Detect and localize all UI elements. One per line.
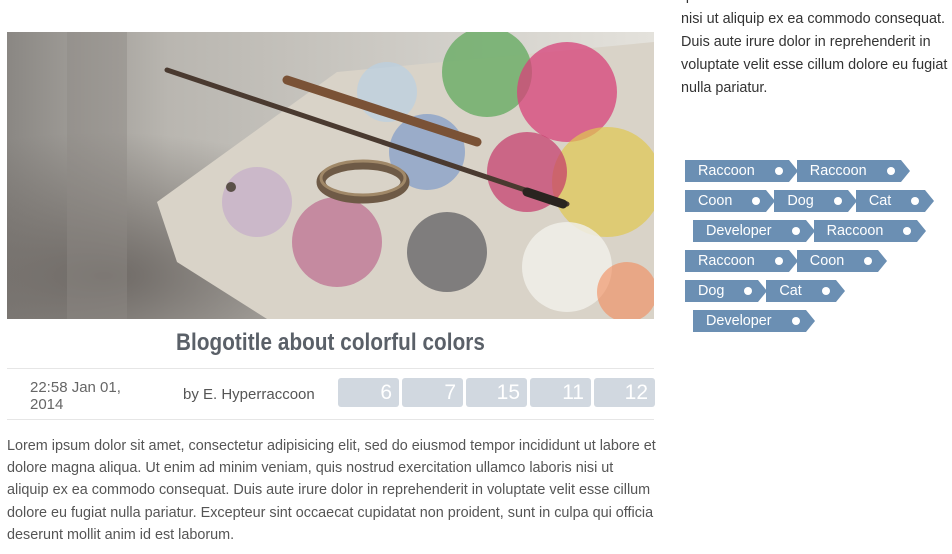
counter-5[interactable]: 12: [594, 378, 655, 407]
tag-label: Dog: [787, 193, 814, 209]
tag-label: Developer: [706, 313, 772, 329]
tag-label: Raccoon: [826, 223, 884, 239]
tag-label: Coon: [809, 253, 845, 269]
post-counters: 6 7 15 11 12: [338, 378, 655, 407]
post-date: 22:58 Jan 01, 2014: [30, 379, 121, 413]
palette-image: [7, 32, 654, 319]
counter-1[interactable]: 6: [338, 378, 399, 407]
tag-dog[interactable]: Dog: [774, 190, 858, 212]
tag-hole-icon: [791, 227, 800, 235]
tag-row: Coon Dog Cat: [685, 190, 947, 212]
post-meta-bar: 22:58 Jan 01, 2014 by E. Hyperraccoon 6 …: [7, 368, 655, 420]
tag-coon[interactable]: Coon: [685, 190, 776, 212]
tag-label: Raccoon: [698, 163, 755, 179]
tag-coon[interactable]: Coon: [796, 250, 888, 272]
tag-hole-icon: [911, 197, 920, 205]
tag-raccoon[interactable]: Raccoon: [685, 160, 798, 182]
tag-row: Raccoon Coon: [685, 250, 947, 272]
post-body: Lorem ipsum dolor sit amet, consectetur …: [7, 438, 656, 543]
tag-label: Raccoon: [698, 253, 755, 269]
tag-developer[interactable]: Developer: [693, 310, 815, 332]
tag-label: Coon: [698, 193, 733, 209]
post-image[interactable]: [7, 32, 654, 319]
tag-dog[interactable]: Dog: [685, 280, 768, 302]
tag-label: Cat: [868, 193, 892, 209]
tag-developer[interactable]: Developer: [693, 220, 815, 242]
tag-raccoon[interactable]: Raccoon: [796, 160, 910, 182]
tag-label: Cat: [779, 283, 802, 299]
post-author[interactable]: by E. Hyperraccoon: [183, 386, 315, 403]
counter-3[interactable]: 15: [466, 378, 527, 407]
tag-label: Developer: [706, 223, 772, 239]
tag-hole-icon: [903, 227, 912, 235]
tag-label: Dog: [698, 283, 725, 299]
counter-4[interactable]: 11: [530, 378, 591, 407]
counter-2[interactable]: 7: [402, 378, 463, 407]
tag-label: Raccoon: [809, 163, 867, 179]
tag-row: Dog Cat: [685, 280, 947, 302]
post-title[interactable]: Blogotitle about colorful colors: [52, 329, 608, 357]
tag-hole-icon: [774, 167, 783, 175]
tag-raccoon[interactable]: Raccoon: [685, 250, 798, 272]
tag-row: Developer Raccoon: [693, 220, 947, 242]
tag-hole-icon: [774, 257, 783, 265]
tag-hole-icon: [821, 287, 830, 295]
tag-cloud: Raccoon Raccoon Coon Dog Cat Developer Raccoon…: [685, 160, 947, 340]
tag-row: Developer: [693, 310, 947, 332]
tag-row: Raccoon Raccoon: [685, 160, 947, 182]
tag-raccoon[interactable]: Raccoon: [813, 220, 927, 242]
tag-hole-icon: [744, 287, 753, 295]
tag-hole-icon: [864, 257, 873, 265]
tag-hole-icon: [752, 197, 761, 205]
tag-cat[interactable]: Cat: [766, 280, 846, 302]
tag-hole-icon: [833, 197, 842, 205]
tag-cat[interactable]: Cat: [855, 190, 935, 212]
sidebar-text: quis nostrud exercitation ullamco labori…: [681, 0, 948, 96]
tag-hole-icon: [791, 317, 800, 325]
tag-hole-icon: [886, 167, 895, 175]
